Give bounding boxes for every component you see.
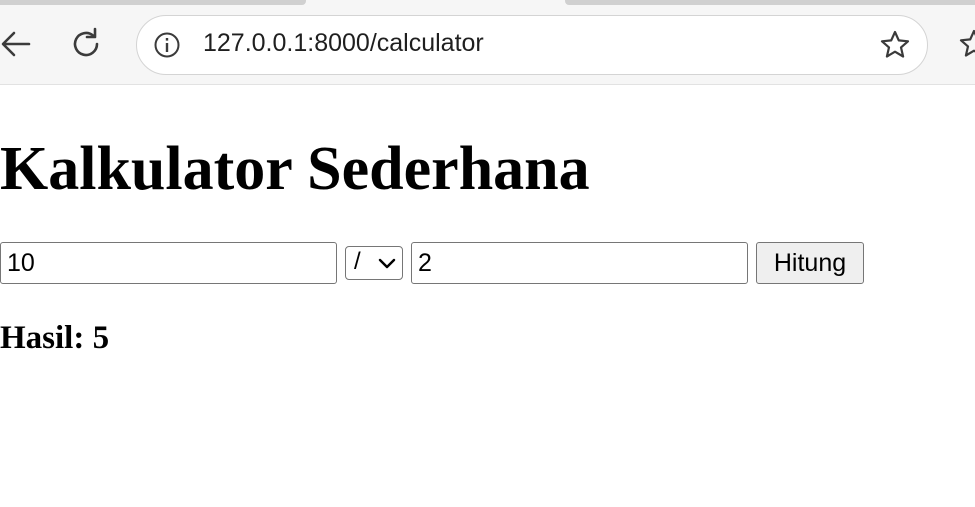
- reload-icon: [73, 27, 99, 57]
- first-number-input[interactable]: [0, 242, 337, 284]
- tab-left[interactable]: [0, 0, 306, 5]
- url-text[interactable]: 127.0.0.1:8000/calculator: [203, 29, 484, 58]
- operator-select[interactable]: /: [345, 246, 403, 280]
- result-label: Hasil:: [0, 320, 85, 356]
- reload-button[interactable]: [66, 24, 106, 64]
- second-number-input[interactable]: [411, 242, 748, 284]
- calculate-button[interactable]: Hitung: [756, 242, 864, 284]
- back-button[interactable]: [0, 24, 36, 64]
- favorites-star-icon[interactable]: [958, 28, 975, 60]
- back-arrow-icon: [1, 31, 31, 57]
- address-bar[interactable]: 127.0.0.1:8000/calculator: [136, 15, 928, 75]
- result-value: 5: [92, 320, 110, 356]
- operator-value: /: [354, 248, 361, 275]
- page-title: Kalkulator Sederhana: [0, 135, 590, 203]
- result-text: Hasil: 5: [0, 320, 109, 357]
- info-icon[interactable]: [153, 31, 181, 59]
- chevron-down-icon: [378, 258, 396, 269]
- tab-right[interactable]: [565, 0, 975, 5]
- bookmark-star-icon[interactable]: [879, 29, 911, 61]
- tab-strip: [0, 0, 975, 6]
- browser-toolbar: 127.0.0.1:8000/calculator: [0, 0, 975, 85]
